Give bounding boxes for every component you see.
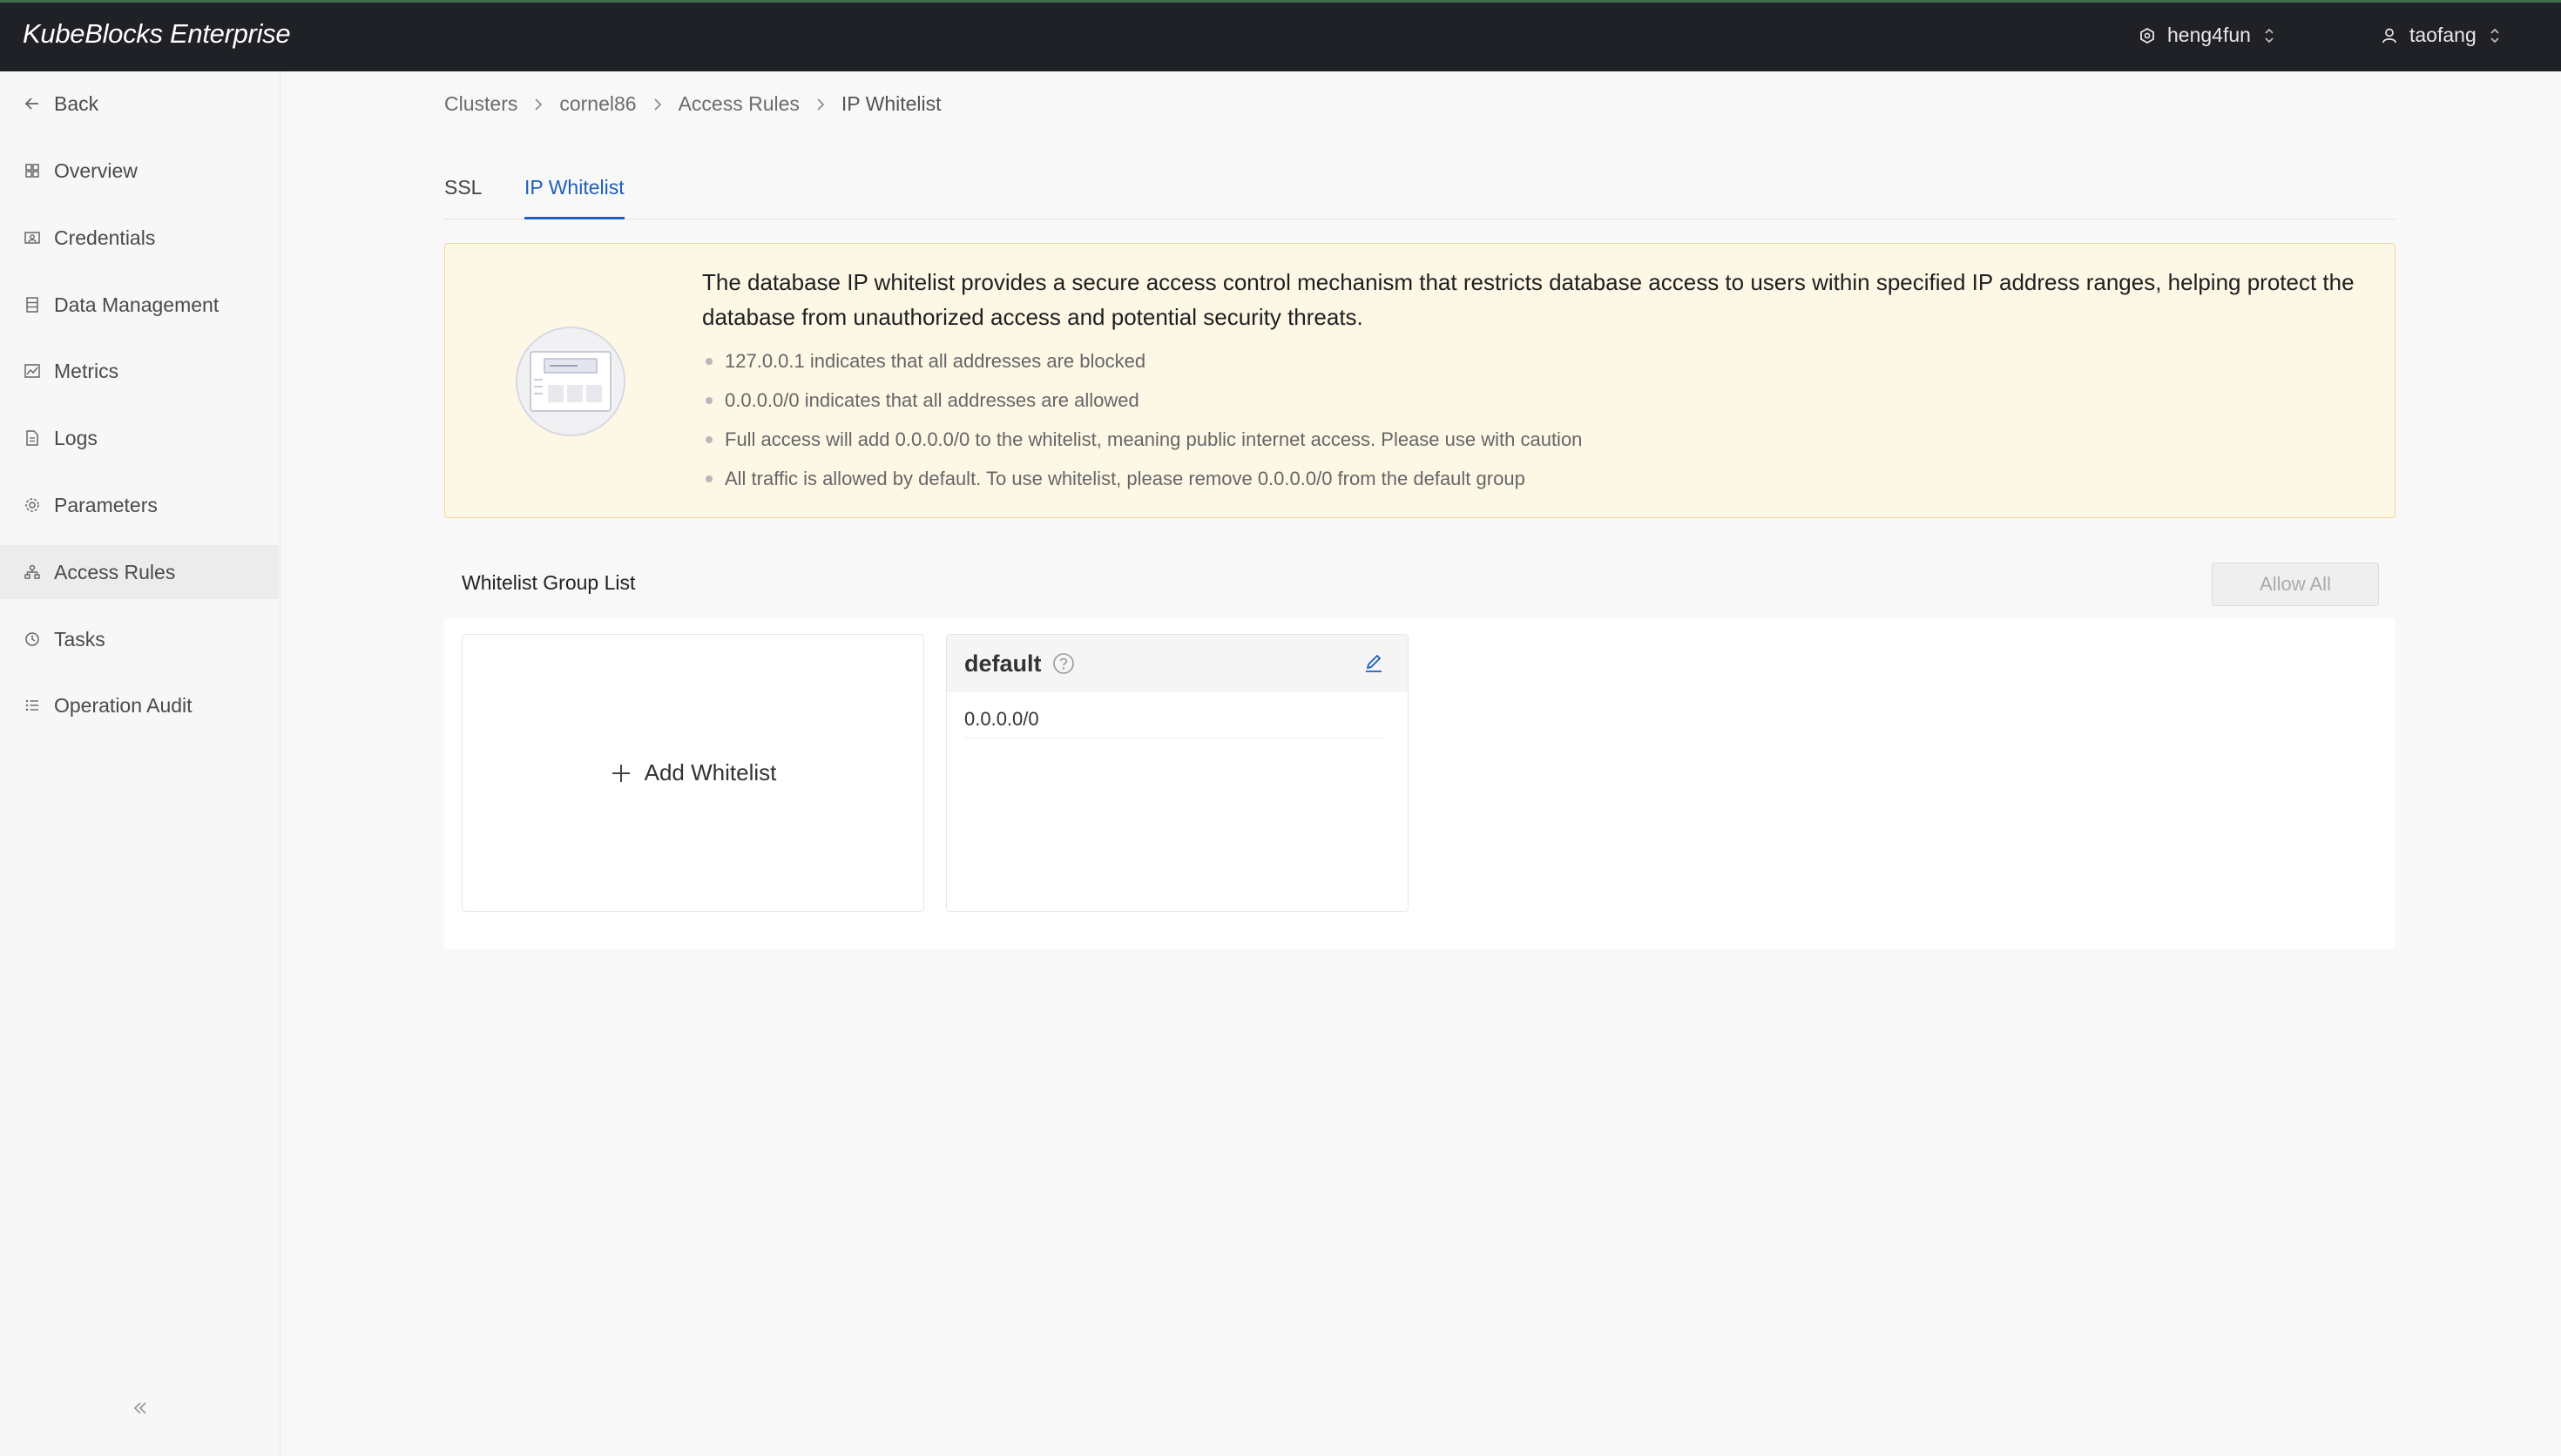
allow-all-button[interactable]: Allow All <box>2212 563 2379 606</box>
sidebar-item-label: Logs <box>54 426 98 449</box>
sidebar-item-label: Metrics <box>54 359 119 382</box>
whitelist-panel: Add Whitelist default 0.0.0.0/0 <box>444 618 2395 949</box>
chevron-right-icon <box>652 97 663 112</box>
log-file-icon <box>23 428 42 448</box>
bullet-dot <box>706 357 713 365</box>
group-card-header: default <box>947 635 1408 692</box>
notice-list-item: Full access will add 0.0.0.0/0 to the wh… <box>702 420 1582 459</box>
sidebar-item-logs[interactable]: Logs <box>0 411 279 465</box>
list-icon <box>23 696 42 715</box>
gear-icon <box>23 495 42 515</box>
breadcrumb: Clusters cornel86 Access Rules IP Whitel… <box>444 92 942 116</box>
chevron-updown-icon <box>2263 26 2275 45</box>
sidebar-item-back[interactable]: Back <box>0 77 279 131</box>
tab-bar: SSL IP Whitelist <box>444 165 2395 219</box>
sidebar-item-data-management[interactable]: Data Management <box>0 278 279 332</box>
chevron-right-icon <box>815 97 826 112</box>
breadcrumb-current: IP Whitelist <box>841 92 942 115</box>
sidebar-item-label: Data Management <box>54 293 220 316</box>
notice-list: 127.0.0.1 indicates that all addresses a… <box>702 341 1582 498</box>
notice-list-item: 0.0.0.0/0 indicates that all addresses a… <box>702 381 1582 420</box>
notice-description: The database IP whitelist provides a sec… <box>702 269 2355 330</box>
tab-ssl[interactable]: SSL <box>444 176 482 217</box>
sidebar-item-metrics[interactable]: Metrics <box>0 344 279 398</box>
sidebar-item-overview[interactable]: Overview <box>0 144 279 198</box>
sidebar-item-tasks[interactable]: Tasks <box>0 612 279 666</box>
brand-logo-text[interactable]: KubeBlocks Enterprise <box>23 18 291 50</box>
database-icon <box>23 295 42 314</box>
whitelist-illustration <box>513 324 628 439</box>
notice-list-item: 127.0.0.1 indicates that all addresses a… <box>702 341 1582 381</box>
clock-icon <box>23 630 42 649</box>
sidebar-item-label: Back <box>54 91 99 115</box>
arrow-left-icon <box>23 94 42 113</box>
breadcrumb-clusters[interactable]: Clusters <box>444 92 517 116</box>
tenant-name: heng4fun <box>2167 24 2251 46</box>
plus-icon <box>610 762 632 785</box>
group-name: default <box>964 650 1042 677</box>
user-name: taofang <box>2409 24 2477 46</box>
sidebar-item-access-rules[interactable]: Access Rules <box>0 545 279 599</box>
whitelist-ip-entry: 0.0.0.0/0 <box>964 708 1385 738</box>
double-chevron-left-icon <box>131 1399 150 1418</box>
sidebar-item-parameters[interactable]: Parameters <box>0 478 279 532</box>
grid-icon <box>23 161 42 180</box>
chevron-right-icon <box>533 97 544 112</box>
whitelist-info-notice: The database IP whitelist provides a sec… <box>444 243 2395 518</box>
user-menu[interactable]: taofang <box>2378 24 2501 47</box>
access-rules-icon <box>23 563 42 582</box>
chart-icon <box>23 361 42 381</box>
breadcrumb-access-rules[interactable]: Access Rules <box>679 92 800 116</box>
notice-list-item: All traffic is allowed by default. To us… <box>702 459 1582 498</box>
sidebar-item-label: Credentials <box>54 226 156 249</box>
whitelist-group-card: default 0.0.0.0/0 <box>946 634 1409 912</box>
sidebar-item-label: Overview <box>54 158 138 182</box>
sidebar-item-credentials[interactable]: Credentials <box>0 211 279 265</box>
edit-icon[interactable] <box>1362 652 1385 675</box>
whitelist-group-list-title: Whitelist Group List <box>462 571 636 594</box>
tenant-selector[interactable]: heng4fun <box>2136 24 2275 47</box>
chevron-updown-icon <box>2489 26 2501 45</box>
breadcrumb-cluster[interactable]: cornel86 <box>559 92 636 116</box>
sidebar-item-label: Tasks <box>54 627 105 650</box>
sidebar-item-operation-audit[interactable]: Operation Audit <box>0 678 279 732</box>
sidebar-item-label: Access Rules <box>54 560 176 583</box>
tenant-icon <box>2136 24 2159 47</box>
tab-ip-whitelist[interactable]: IP Whitelist <box>524 176 625 219</box>
bullet-dot <box>706 475 713 482</box>
sidebar-item-label: Operation Audit <box>54 693 193 717</box>
user-icon <box>2378 24 2401 47</box>
sidebar-item-label: Parameters <box>54 493 158 516</box>
help-icon[interactable] <box>1052 652 1075 675</box>
collapse-sidebar-button[interactable] <box>127 1395 153 1421</box>
add-whitelist-card[interactable]: Add Whitelist <box>462 634 924 912</box>
top-bar: KubeBlocks Enterprise heng4fun taofang <box>0 0 2561 71</box>
bullet-dot <box>706 396 713 404</box>
bullet-dot <box>706 435 713 443</box>
sidebar: Back Overview Credentials Data Managemen… <box>0 71 280 1456</box>
add-whitelist-label: Add Whitelist <box>644 759 777 785</box>
credentials-icon <box>23 228 42 247</box>
